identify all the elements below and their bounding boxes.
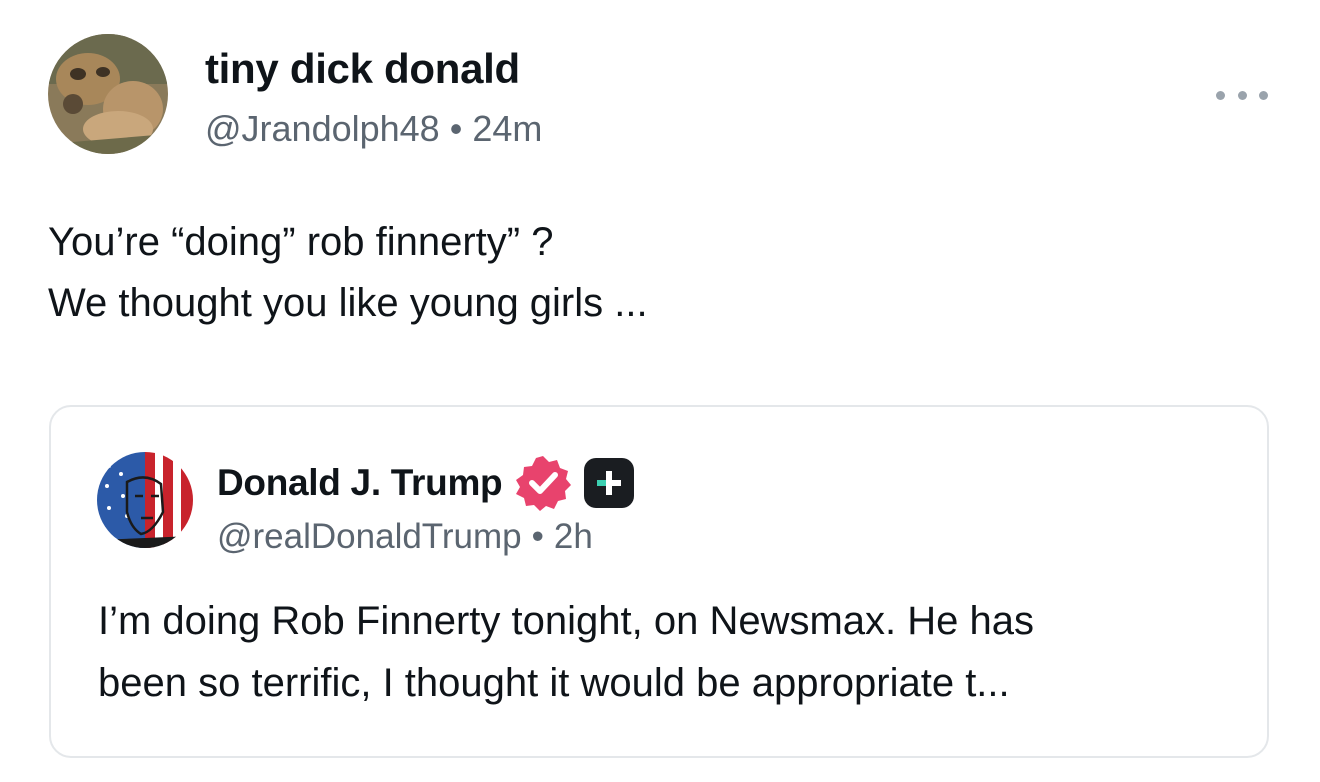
quoted-post-timestamp[interactable]: 2h bbox=[554, 517, 593, 556]
quoted-post-text-line: been so terrific, I thought it would be … bbox=[98, 661, 1010, 705]
post: tiny dick donald @Jrandolph48 • 24m You’re… bbox=[0, 0, 1320, 782]
more-options-button[interactable] bbox=[1216, 80, 1268, 110]
quoted-author-handle[interactable]: @realDonaldTrump bbox=[217, 517, 522, 556]
quoted-post-text-line: I’m doing Rob Finnerty tonight, on Newsm… bbox=[98, 599, 1034, 643]
more-horizontal-icon bbox=[1216, 90, 1225, 100]
quoted-author-display-name[interactable]: Donald J. Trump bbox=[217, 462, 503, 504]
hyena-photo-avatar bbox=[48, 34, 168, 154]
post-text: You’re “doing” rob finnerty” ? We though… bbox=[48, 212, 1248, 334]
quoted-author-avatar[interactable] bbox=[97, 452, 193, 548]
author-handle[interactable]: @Jrandolph48 bbox=[205, 108, 440, 149]
quoted-post-card[interactable]: Donald J. Trump @realDonaldTrump • 2h I’m … bbox=[49, 405, 1269, 758]
post-text-line: You’re “doing” rob finnerty” ? bbox=[48, 220, 554, 264]
meta-separator: • bbox=[531, 517, 544, 556]
quoted-post-text: I’m doing Rob Finnerty tonight, on Newsm… bbox=[98, 590, 1248, 714]
post-text-line: We thought you like young girls ... bbox=[48, 281, 648, 325]
verified-badge-icon bbox=[516, 456, 572, 511]
author-meta: @Jrandolph48 • 24m bbox=[205, 108, 542, 150]
author-avatar[interactable] bbox=[48, 34, 168, 154]
meta-separator: • bbox=[449, 108, 463, 149]
post-timestamp[interactable]: 24m bbox=[472, 108, 542, 149]
flag-face-avatar bbox=[97, 452, 193, 548]
plus-subscription-icon bbox=[584, 458, 635, 508]
author-display-name[interactable]: tiny dick donald bbox=[205, 45, 520, 93]
quoted-author-meta: @realDonaldTrump • 2h bbox=[217, 517, 593, 557]
quoted-author-name-row: Donald J. Trump bbox=[217, 455, 635, 511]
